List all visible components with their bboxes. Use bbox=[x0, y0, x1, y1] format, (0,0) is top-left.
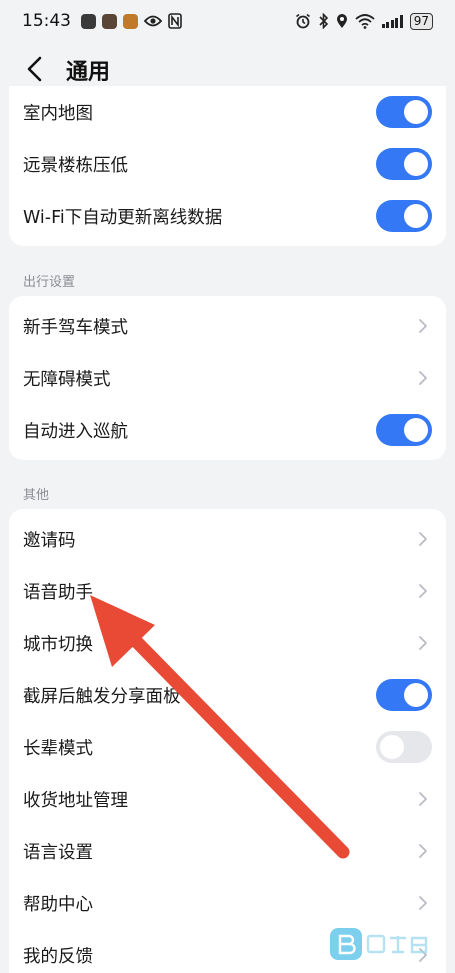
setting-label: 自动进入巡航 bbox=[23, 421, 128, 442]
toggle-knob bbox=[404, 683, 428, 707]
setting-label: 收货地址管理 bbox=[23, 790, 128, 811]
nfc-icon bbox=[168, 13, 182, 29]
watermark-glyph-icon bbox=[366, 934, 428, 954]
setting-label: 帮助中心 bbox=[23, 894, 93, 915]
toggle-knob bbox=[404, 204, 428, 228]
setting-row-novice-driving[interactable]: 新手驾车模式 bbox=[9, 300, 446, 352]
eye-icon bbox=[144, 15, 162, 27]
section-title-travel: 出行设置 bbox=[23, 275, 76, 290]
setting-row-delivery-address[interactable]: 收货地址管理 bbox=[9, 773, 446, 825]
setting-label: 远景楼栋压低 bbox=[23, 155, 128, 176]
status-right: 97 bbox=[295, 12, 433, 30]
setting-label: 无障碍模式 bbox=[23, 369, 111, 390]
setting-label: Wi-Fi下自动更新离线数据 bbox=[23, 207, 223, 228]
setting-row-accessibility[interactable]: 无障碍模式 bbox=[9, 352, 446, 404]
elder-mode-toggle[interactable] bbox=[376, 731, 432, 763]
setting-row-elder-mode[interactable]: 长辈模式 bbox=[9, 721, 446, 773]
location-icon bbox=[336, 14, 347, 28]
setting-row-voice-assistant[interactable]: 语音助手 bbox=[9, 565, 446, 617]
app-notification-icon bbox=[81, 13, 96, 29]
other-settings-card: 邀请码 语音助手 城市切换 截屏后触发分享面板 长辈模式 收货地址管理 语言设置… bbox=[9, 509, 446, 973]
status-left: 15:43 bbox=[22, 11, 182, 31]
page-title: 通用 bbox=[66, 60, 111, 85]
setting-label: 邀请码 bbox=[23, 530, 76, 551]
section-title-other: 其他 bbox=[23, 488, 50, 503]
setting-row-help-center[interactable]: 帮助中心 bbox=[9, 877, 446, 929]
toggle-knob bbox=[380, 735, 404, 759]
status-time: 15:43 bbox=[22, 11, 71, 31]
toggle-knob bbox=[404, 418, 428, 442]
distant-buildings-toggle[interactable] bbox=[376, 148, 432, 180]
setting-label: 我的反馈 bbox=[23, 946, 93, 967]
toggle-knob bbox=[404, 152, 428, 176]
chevron-right-icon bbox=[419, 319, 427, 333]
setting-row-auto-cruise[interactable]: 自动进入巡航 bbox=[9, 404, 446, 456]
setting-row-city-switch[interactable]: 城市切换 bbox=[9, 617, 446, 669]
auto-cruise-toggle[interactable] bbox=[376, 414, 432, 446]
setting-row-screenshot-share[interactable]: 截屏后触发分享面板 bbox=[9, 669, 446, 721]
setting-row-language[interactable]: 语言设置 bbox=[9, 825, 446, 877]
setting-row-indoor-map[interactable]: 室内地图 bbox=[9, 86, 446, 138]
status-bar: 15:43 97 bbox=[0, 0, 455, 42]
setting-label: 语音助手 bbox=[23, 582, 93, 603]
setting-label: 截屏后触发分享面板 bbox=[23, 686, 181, 707]
wifi-icon bbox=[355, 13, 375, 29]
travel-settings-card: 新手驾车模式 无障碍模式 自动进入巡航 bbox=[9, 296, 446, 460]
chevron-right-icon bbox=[419, 792, 427, 806]
setting-label: 长辈模式 bbox=[23, 738, 93, 759]
setting-label: 城市切换 bbox=[23, 634, 93, 655]
chevron-right-icon bbox=[419, 844, 427, 858]
signal-icon bbox=[381, 14, 403, 28]
alarm-icon bbox=[295, 13, 310, 29]
screenshot-share-toggle[interactable] bbox=[376, 679, 432, 711]
setting-label: 语言设置 bbox=[23, 842, 93, 863]
app-notification-icon bbox=[102, 13, 117, 29]
chevron-right-icon bbox=[419, 532, 427, 546]
indoor-map-toggle[interactable] bbox=[376, 96, 432, 128]
app-notification-icon bbox=[123, 13, 138, 29]
setting-row-invite-code[interactable]: 邀请码 bbox=[9, 513, 446, 565]
setting-row-wifi-offline-update[interactable]: Wi-Fi下自动更新离线数据 bbox=[9, 190, 446, 242]
chevron-right-icon bbox=[419, 636, 427, 650]
bluetooth-icon bbox=[319, 13, 328, 29]
setting-label: 新手驾车模式 bbox=[23, 317, 128, 338]
watermark-logo-icon bbox=[330, 928, 362, 960]
toggle-knob bbox=[404, 100, 428, 124]
chevron-right-icon bbox=[419, 584, 427, 598]
battery-indicator: 97 bbox=[409, 12, 433, 30]
back-arrow-icon[interactable] bbox=[22, 55, 48, 83]
chevron-right-icon bbox=[419, 371, 427, 385]
chevron-right-icon bbox=[419, 896, 427, 910]
setting-row-distant-buildings[interactable]: 远景楼栋压低 bbox=[9, 138, 446, 190]
setting-label: 室内地图 bbox=[23, 103, 93, 124]
wifi-offline-update-toggle[interactable] bbox=[376, 200, 432, 232]
watermark bbox=[330, 928, 430, 960]
map-settings-card: 室内地图 远景楼栋压低 Wi-Fi下自动更新离线数据 bbox=[9, 86, 446, 246]
